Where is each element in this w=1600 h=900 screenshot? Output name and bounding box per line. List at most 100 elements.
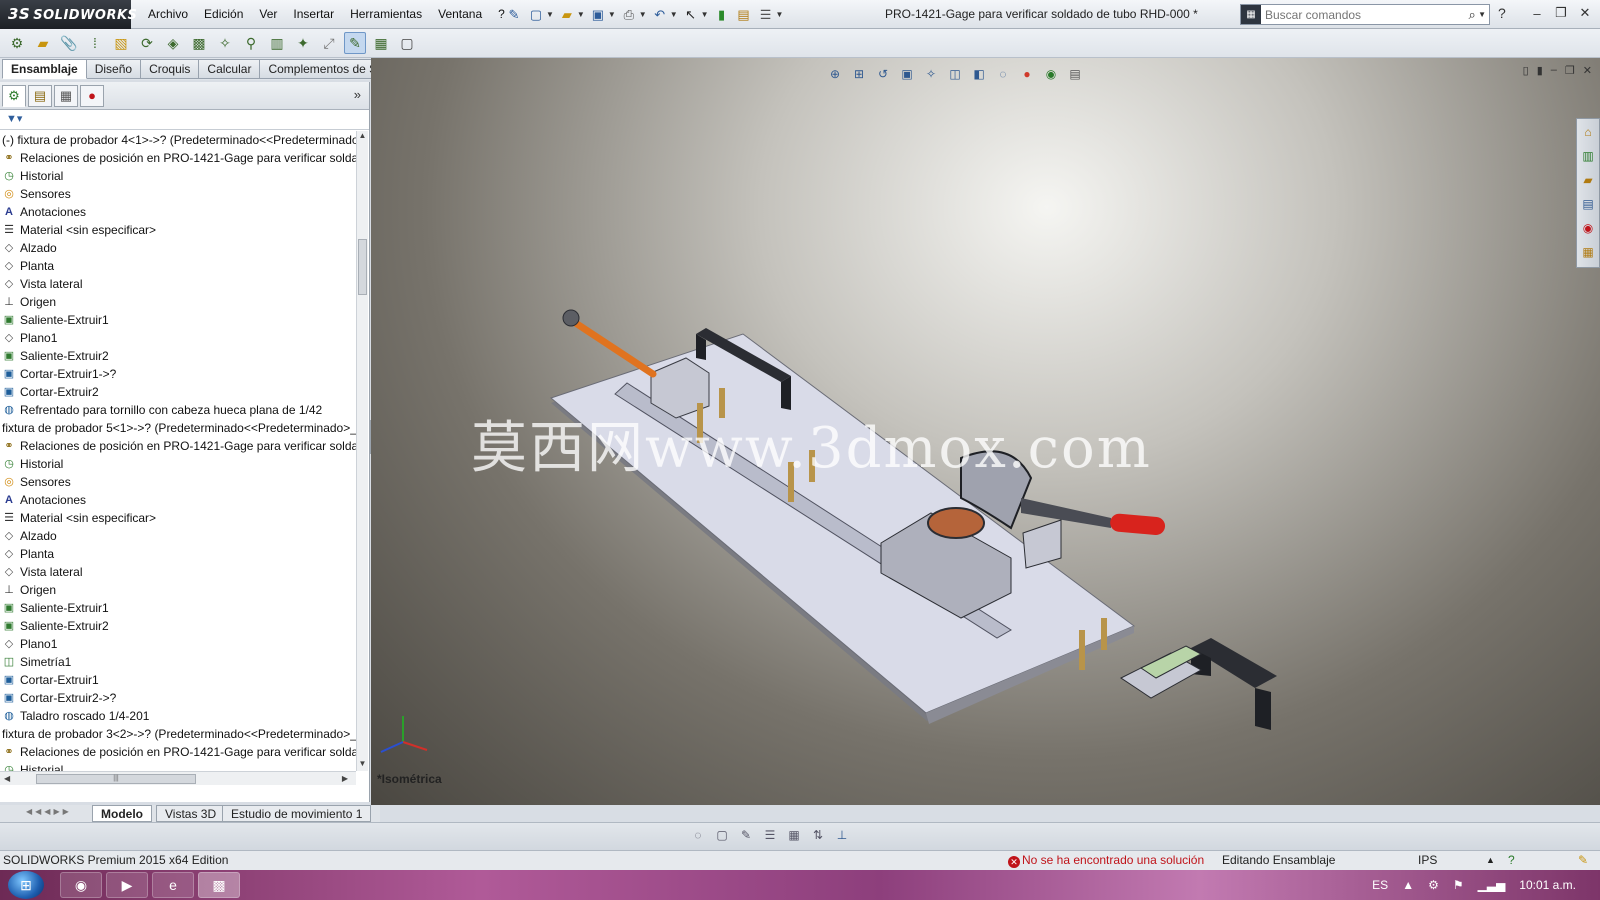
scroll-right-icon[interactable]: ▶ <box>342 772 348 786</box>
tool-3-icon[interactable]: ✎ <box>738 828 754 844</box>
close-icon[interactable]: ✕ <box>1574 3 1596 23</box>
clock[interactable]: 10:01 a.m. <box>1519 878 1576 892</box>
tree-item[interactable]: ◎ Sensores <box>0 185 356 203</box>
undo-icon[interactable]: ↶ <box>651 6 669 24</box>
tree-item[interactable]: ◇ Plano1 <box>0 635 356 653</box>
tree-item[interactable]: ▣ Cortar-Extruir1 <box>0 671 356 689</box>
language-indicator[interactable]: ES <box>1372 878 1388 892</box>
tree-item[interactable]: ☰ Material <sin especificar> <box>0 509 356 527</box>
configurationmanager-tab-icon[interactable]: ▦ <box>54 84 78 107</box>
search-input[interactable] <box>1261 6 1464 23</box>
smart-fasteners-icon[interactable]: ▧ <box>110 32 132 54</box>
tree-filter[interactable]: ▼▾ <box>0 110 369 130</box>
tab-calcular[interactable]: Calcular <box>199 59 261 79</box>
units-status[interactable]: IPS <box>1418 851 1437 870</box>
tree-item[interactable]: ◷ Historial <box>0 455 356 473</box>
tree-item[interactable]: ◇ Alzado <box>0 239 356 257</box>
tree-item[interactable]: ◷ Historial <box>0 167 356 185</box>
tab-nav-arrows-icon[interactable]: ◀◀◀▶▶ <box>26 807 72 816</box>
start-button-icon[interactable]: ⊞ <box>8 871 44 899</box>
tree-item[interactable]: ▣ Cortar-Extruir2 <box>0 383 356 401</box>
tree-item[interactable]: ◇ Planta <box>0 257 356 275</box>
move-component-icon[interactable]: ⟳ <box>136 32 158 54</box>
file-properties-icon[interactable]: ▤ <box>735 6 753 24</box>
tree-item[interactable]: ◇ Planta <box>0 545 356 563</box>
options-icon[interactable]: ☰ <box>757 6 775 24</box>
menu-ver[interactable]: Ver <box>251 0 285 29</box>
exploded-view-icon[interactable]: ▥ <box>266 32 288 54</box>
tree-item[interactable]: ▣ Saliente-Extruir1 <box>0 599 356 617</box>
display-manager-tab-icon[interactable]: ● <box>80 84 104 107</box>
tab-estudio-movimiento[interactable]: Estudio de movimiento 1 <box>222 805 372 822</box>
reference-geometry-icon[interactable]: ✧ <box>214 32 236 54</box>
print-icon[interactable]: ⎙ <box>620 6 638 24</box>
search-dropdown-icon[interactable]: ▼ <box>1478 10 1486 19</box>
tool-4-icon[interactable]: ☰ <box>762 828 778 844</box>
h-scroll-thumb[interactable]: ||| <box>36 774 196 784</box>
tree-component-node[interactable]: (-) fixtura de probador 4<1>->? (Predete… <box>0 131 356 149</box>
tree-item[interactable]: ☰ Material <sin especificar> <box>0 221 356 239</box>
save-icon[interactable]: ▣ <box>589 6 607 24</box>
tab-croquis[interactable]: Croquis <box>141 59 200 79</box>
tree-item[interactable]: ⊥ Origen <box>0 293 356 311</box>
tree-vertical-scrollbar[interactable]: ▲ ▼ <box>356 131 368 771</box>
menu-herramientas[interactable]: Herramientas <box>342 0 430 29</box>
restore-icon[interactable]: ❐ <box>1550 3 1572 23</box>
open-folder-icon[interactable]: ▰ <box>558 6 576 24</box>
tree-item[interactable]: ⊥ Origen <box>0 581 356 599</box>
menu-edicion[interactable]: Edición <box>196 0 251 29</box>
tree-item[interactable]: ▣ Cortar-Extruir2->? <box>0 689 356 707</box>
menu-insertar[interactable]: Insertar <box>285 0 342 29</box>
propertymanager-tab-icon[interactable]: ▤ <box>28 84 52 107</box>
scroll-up-icon[interactable]: ▲ <box>357 131 368 143</box>
tab-ensamblaje[interactable]: Ensamblaje <box>2 59 87 79</box>
customize-status-icon[interactable]: ✎ <box>1578 851 1588 870</box>
tool-7-icon[interactable]: ⊥ <box>834 828 850 844</box>
large-assembly-icon[interactable]: ▢ <box>396 32 418 54</box>
undo-dropdown-icon[interactable]: ▼ <box>670 10 678 19</box>
flag-icon[interactable]: ⚑ <box>1453 878 1464 892</box>
rebuild-icon[interactable]: ▮ <box>713 6 731 24</box>
tree-item[interactable]: ◍ Taladro roscado 1/4-201 <box>0 707 356 725</box>
tray-arrow-icon[interactable]: ▲ <box>1402 878 1414 892</box>
tree-item[interactable]: ◎ Sensores <box>0 473 356 491</box>
error-status[interactable]: ✕ No se ha encontrado una solución <box>1008 851 1204 870</box>
tool-5-icon[interactable]: ▦ <box>786 828 802 844</box>
filter-icon[interactable]: ▼▾ <box>6 113 22 125</box>
minimize-icon[interactable]: ‒ <box>1526 3 1548 23</box>
tree-item[interactable]: ▣ Cortar-Extruir1->? <box>0 365 356 383</box>
media-player-icon[interactable]: ▶ <box>106 872 148 898</box>
help-icon[interactable]: ? <box>1498 5 1506 21</box>
tree-item[interactable]: ⚭ Relaciones de posición en PRO-1421-Gage… <box>0 149 356 167</box>
tree-item[interactable]: ▣ Saliente-Extruir2 <box>0 617 356 635</box>
mate-icon[interactable]: 📎 <box>58 32 80 54</box>
tree-item[interactable]: ◇ Alzado <box>0 527 356 545</box>
tree-item[interactable]: ◇ Plano1 <box>0 329 356 347</box>
units-dropdown-icon[interactable]: ▲ <box>1486 851 1495 870</box>
tree-component-node[interactable]: fixtura de probador 5<1>->? (Predetermin… <box>0 419 356 437</box>
show-hidden-icon[interactable]: ◈ <box>162 32 184 54</box>
save-dropdown-icon[interactable]: ▼ <box>608 10 616 19</box>
tree-item[interactable]: ◷ Historial <box>0 761 356 771</box>
tool-6-icon[interactable]: ⇅ <box>810 828 826 844</box>
solidworks-logo[interactable]: 3S SOLIDWORKS <box>0 0 137 29</box>
new-dropdown-icon[interactable]: ▼ <box>546 10 554 19</box>
tree-item[interactable]: ⚭ Relaciones de posición en PRO-1421-Gage… <box>0 743 356 761</box>
solidworks-taskbar-icon[interactable]: ▩ <box>198 872 240 898</box>
tab-vistas-3d[interactable]: Vistas 3D <box>156 805 226 822</box>
tree-item[interactable]: ◫ Simetría1 <box>0 653 356 671</box>
signal-icon[interactable]: ▁▃▅ <box>1478 878 1506 892</box>
network-settings-icon[interactable]: ⚙ <box>1428 878 1439 892</box>
new-document-icon[interactable]: ▢ <box>527 6 545 24</box>
expand-panel-icon[interactable]: » <box>354 87 361 102</box>
explode-line-icon[interactable]: ✦ <box>292 32 314 54</box>
tree-item[interactable]: ◇ Vista lateral <box>0 275 356 293</box>
tree-item[interactable]: ⚭ Relaciones de posición en PRO-1421-Gage… <box>0 437 356 455</box>
menu-archivo[interactable]: Archivo <box>140 0 196 29</box>
select-dropdown-icon[interactable]: ▼ <box>701 10 709 19</box>
chrome-icon[interactable]: ◉ <box>60 872 102 898</box>
tree-item[interactable]: ▣ Saliente-Extruir2 <box>0 347 356 365</box>
tool-2-icon[interactable]: ▢ <box>714 828 730 844</box>
instant3d-icon[interactable]: ⤢ <box>318 32 340 54</box>
bill-of-materials-icon[interactable]: ⚲ <box>240 32 262 54</box>
